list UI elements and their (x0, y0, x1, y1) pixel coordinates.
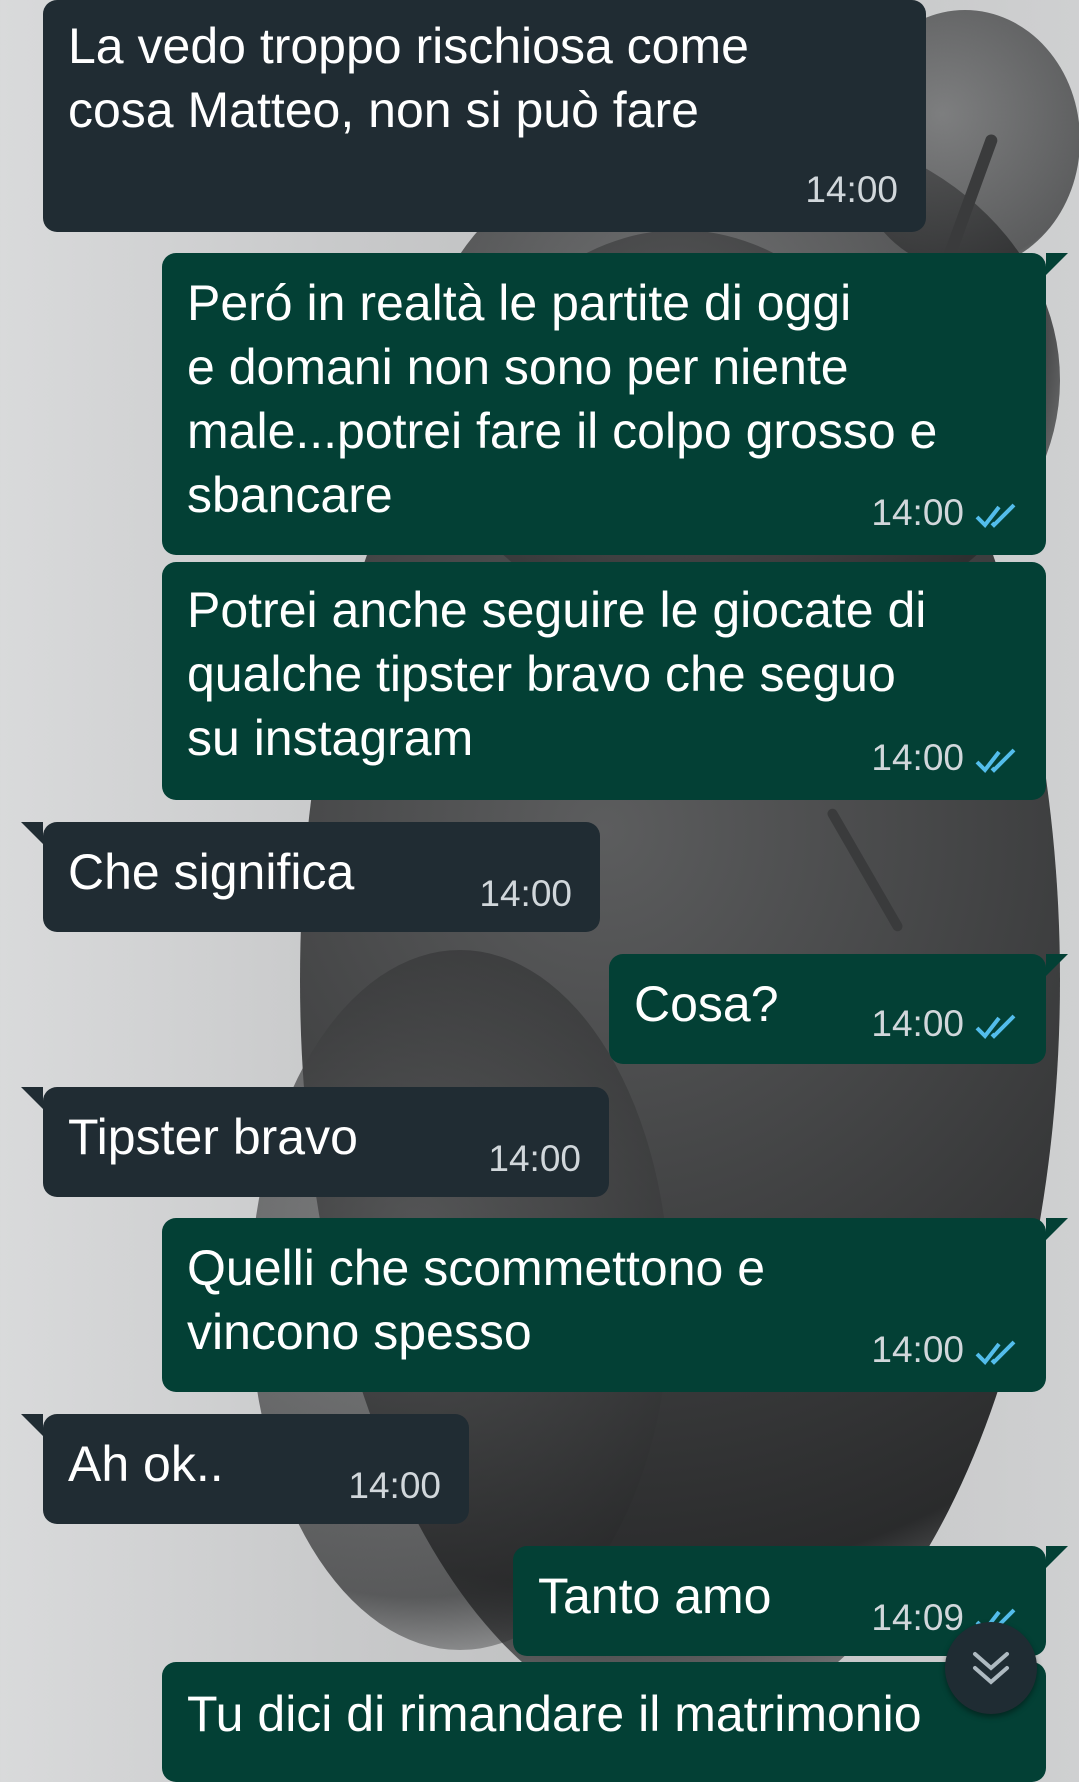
message-time: 14:09 (871, 1597, 964, 1638)
message-time: 14:00 (871, 1003, 964, 1044)
message-bubble-outgoing[interactable]: Peró in realtà le partite di oggi e doma… (162, 253, 1068, 555)
message-text: Tanto amo (538, 1568, 772, 1624)
scroll-to-bottom-button[interactable] (945, 1622, 1037, 1714)
message-bubble-incoming[interactable]: La vedo troppo rischiosa come cosa Matte… (43, 0, 926, 232)
double-chevron-down-icon (973, 1652, 1009, 1685)
message-text: Peró in realtà le partite di oggi e doma… (187, 275, 938, 523)
message-text: Cosa? (634, 976, 779, 1032)
message-text: Che significa (68, 844, 355, 900)
message-bubble-outgoing[interactable]: Cosa? 14:00 (609, 954, 1068, 1064)
message-bubble-incoming[interactable]: Che significa 14:00 (21, 822, 600, 932)
message-time: 14:00 (805, 169, 898, 210)
message-text: Ah ok.. (68, 1436, 224, 1492)
message-text: Tipster bravo (68, 1109, 358, 1165)
message-time: 14:00 (871, 1329, 964, 1370)
message-bubble-incoming[interactable]: Tipster bravo 14:00 (21, 1087, 609, 1197)
message-time: 14:00 (871, 737, 964, 778)
message-bubble-outgoing[interactable]: Potrei anche seguire le giocate di qualc… (162, 562, 1046, 800)
double-check-icon (975, 1014, 1016, 1040)
message-time: 14:00 (488, 1138, 581, 1179)
message-text: Potrei anche seguire le giocate di qualc… (187, 582, 927, 766)
message-text: Quelli che scommettono e vincono spesso (187, 1240, 766, 1360)
message-text: La vedo troppo rischiosa come cosa Matte… (68, 18, 749, 138)
double-check-icon (975, 748, 1016, 774)
message-bubble-incoming[interactable]: Ah ok.. 14:00 (21, 1414, 469, 1524)
double-check-icon (975, 1340, 1016, 1366)
message-bubble-outgoing[interactable]: Tu dici di rimandare il matrimonio (162, 1662, 1046, 1782)
double-check-icon (975, 503, 1016, 529)
message-time: 14:00 (871, 492, 964, 533)
message-time: 14:00 (479, 873, 572, 914)
message-text: Tu dici di rimandare il matrimonio (187, 1686, 922, 1742)
message-time: 14:00 (348, 1465, 441, 1506)
message-bubble-outgoing[interactable]: Quelli che scommettono e vincono spesso … (162, 1218, 1068, 1392)
